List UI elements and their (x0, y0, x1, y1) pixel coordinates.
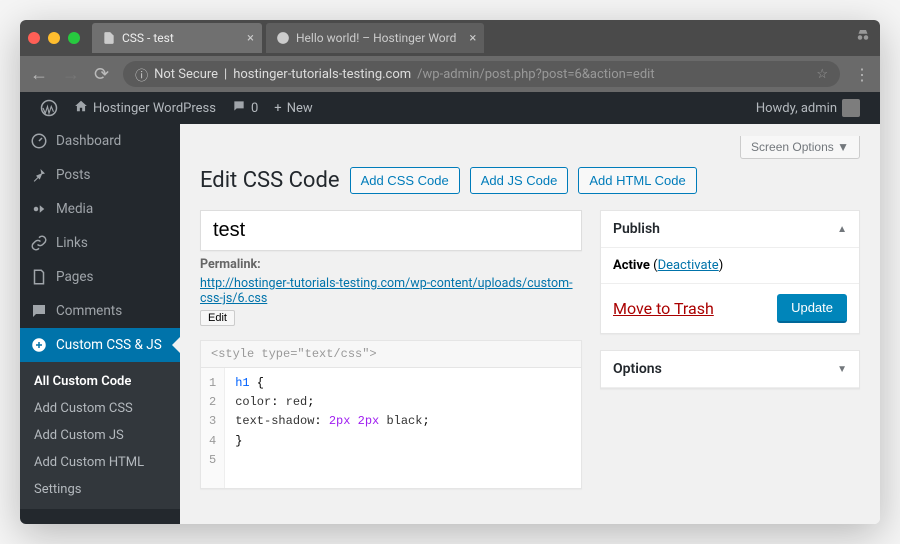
tab-label: Hello world! – Hostinger Word (296, 31, 456, 45)
security-status: Not Secure (154, 67, 218, 82)
chevron-down-icon: ▼ (837, 140, 849, 154)
publish-header[interactable]: Publish ▲ (601, 211, 859, 248)
browser-tab[interactable]: CSS - test × (92, 23, 262, 53)
sidebar-item-label: Dashboard (56, 133, 121, 149)
wordpress-icon (276, 31, 290, 45)
bookmark-icon[interactable]: ☆ (816, 67, 828, 82)
post-title-input[interactable] (200, 210, 582, 251)
minimize-window-icon[interactable] (48, 32, 60, 44)
comment-icon (30, 302, 48, 320)
add-html-button[interactable]: Add HTML Code (578, 167, 696, 194)
submenu-add-css[interactable]: Add Custom CSS (20, 395, 180, 422)
screen-options-button[interactable]: Screen Options ▼ (740, 136, 860, 159)
plus-circle-icon (30, 336, 48, 354)
permalink-url[interactable]: http://hostinger-tutorials-testing.com/w… (200, 276, 582, 306)
sidebar-item-media[interactable]: Media (20, 192, 180, 226)
forward-button[interactable]: → (62, 64, 80, 85)
pin-icon (30, 166, 48, 184)
plus-icon: + (274, 101, 281, 116)
incognito-icon (854, 27, 872, 49)
traffic-lights (28, 32, 80, 44)
reload-button[interactable]: ⟳ (94, 64, 109, 85)
permalink-label: Permalink: (200, 257, 261, 272)
sidebar-item-dashboard[interactable]: Dashboard (20, 124, 180, 158)
admin-sidebar: Dashboard Posts Media Links Pages Commen… (20, 124, 180, 524)
info-icon: ⓘ (135, 65, 148, 84)
chevron-up-icon: ▲ (837, 224, 847, 235)
sidebar-item-label: Custom CSS & JS (56, 337, 162, 353)
page-icon (30, 268, 48, 286)
dashboard-icon (30, 132, 48, 150)
close-icon[interactable]: × (247, 31, 254, 46)
page-title: Edit CSS Code (200, 168, 340, 193)
submenu-add-html[interactable]: Add Custom HTML (20, 449, 180, 476)
browser-tab[interactable]: Hello world! – Hostinger Word × (266, 23, 484, 53)
sidebar-item-label: Pages (56, 269, 94, 285)
line-gutter: 1 2 3 4 5 (201, 368, 225, 488)
sidebar-item-posts[interactable]: Posts (20, 158, 180, 192)
site-name: Hostinger WordPress (93, 101, 216, 116)
avatar (842, 99, 860, 117)
code-content[interactable]: h1 { color: red; text-shadow: 2px 2px bl… (225, 368, 581, 488)
comment-icon (232, 99, 246, 117)
url-path: /wp-admin/post.php?post=6&action=edit (417, 67, 654, 82)
sidebar-item-label: Links (56, 235, 88, 251)
sidebar-item-label: Comments (56, 303, 122, 319)
code-editor: <style type="text/css"> 1 2 3 4 5 h1 { (200, 340, 582, 489)
wp-admin-bar: Hostinger WordPress 0 + New Howdy, admin (20, 92, 880, 124)
sidebar-item-label: Posts (56, 167, 90, 183)
tab-label: CSS - test (122, 31, 174, 45)
add-js-button[interactable]: Add JS Code (470, 167, 569, 194)
deactivate-link[interactable]: Deactivate (658, 258, 719, 273)
wp-logo[interactable] (32, 99, 66, 117)
howdy-text: Howdy, admin (756, 101, 837, 116)
close-icon[interactable]: × (469, 31, 476, 46)
submenu-add-js[interactable]: Add Custom JS (20, 422, 180, 449)
browser-menu-icon[interactable]: ⋮ (854, 65, 870, 84)
sidebar-item-links[interactable]: Links (20, 226, 180, 260)
chevron-down-icon: ▼ (837, 364, 847, 375)
permalink-row: Permalink: http://hostinger-tutorials-te… (200, 257, 582, 326)
new-content-link[interactable]: + New (266, 101, 320, 116)
close-window-icon[interactable] (28, 32, 40, 44)
publish-box: Publish ▲ Active (Deactivate) Move to Tr… (600, 210, 860, 334)
site-link[interactable]: Hostinger WordPress (66, 99, 224, 117)
url-host: hostinger-tutorials-testing.com (233, 67, 411, 82)
move-to-trash-link[interactable]: Move to Trash (613, 299, 714, 318)
maximize-window-icon[interactable] (68, 32, 80, 44)
home-icon (74, 99, 88, 117)
submenu-settings[interactable]: Settings (20, 476, 180, 503)
sidebar-item-label: Media (56, 201, 93, 217)
back-button[interactable]: ← (30, 64, 48, 85)
sidebar-item-custom-css-js[interactable]: Custom CSS & JS (20, 328, 180, 362)
sidebar-submenu: All Custom Code Add Custom CSS Add Custo… (20, 362, 180, 509)
status-label: Active (613, 258, 650, 273)
media-icon (30, 200, 48, 218)
link-icon (30, 234, 48, 252)
sidebar-item-pages[interactable]: Pages (20, 260, 180, 294)
url-input[interactable]: ⓘ Not Secure | hostinger-tutorials-testi… (123, 61, 840, 87)
sidebar-item-comments[interactable]: Comments (20, 294, 180, 328)
comments-link[interactable]: 0 (224, 99, 266, 117)
add-css-button[interactable]: Add CSS Code (350, 167, 460, 194)
browser-tab-bar: CSS - test × Hello world! – Hostinger Wo… (20, 20, 880, 56)
comments-count: 0 (251, 101, 258, 116)
options-box: Options ▼ (600, 350, 860, 389)
update-button[interactable]: Update (777, 294, 847, 323)
submenu-all-custom-code[interactable]: All Custom Code (20, 368, 180, 395)
options-header[interactable]: Options ▼ (601, 351, 859, 388)
browser-url-bar: ← → ⟳ ⓘ Not Secure | hostinger-tutorials… (20, 56, 880, 92)
file-icon (102, 31, 116, 45)
editor-header: <style type="text/css"> (201, 341, 581, 368)
permalink-edit-button[interactable]: Edit (200, 310, 235, 326)
main-content: Screen Options ▼ Edit CSS Code Add CSS C… (180, 124, 880, 524)
new-label: New (287, 101, 313, 116)
user-menu[interactable]: Howdy, admin (748, 99, 868, 117)
